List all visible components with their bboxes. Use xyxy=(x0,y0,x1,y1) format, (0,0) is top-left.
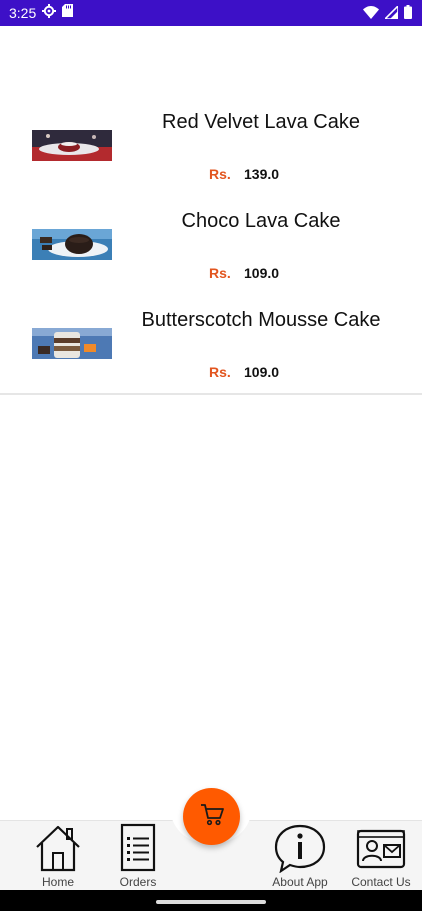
home-gesture-handle[interactable] xyxy=(156,900,266,904)
product-list: Red Velvet Lava Cake Rs. 139.0 Choco Lav… xyxy=(0,97,422,395)
cart-icon xyxy=(199,801,225,832)
nav-orders-label: Orders xyxy=(119,875,157,889)
price-row: Rs. 109.0 xyxy=(209,265,279,281)
price-currency: Rs. xyxy=(209,265,231,281)
contact-card-icon xyxy=(348,823,414,873)
product-name: Choco Lava Cake xyxy=(181,210,341,232)
price-row: Rs. 139.0 xyxy=(209,166,279,182)
price-value: 109.0 xyxy=(244,265,280,281)
product-item[interactable]: Red Velvet Lava Cake Rs. 139.0 xyxy=(0,97,422,196)
settings-gear-icon xyxy=(42,3,57,23)
cart-button[interactable] xyxy=(183,788,240,845)
price-currency: Rs. xyxy=(209,364,231,380)
battery-icon xyxy=(404,5,412,24)
nav-orders[interactable]: Orders xyxy=(110,823,166,889)
butterscotch-mousse-photo xyxy=(32,328,112,359)
product-name: Red Velvet Lava Cake xyxy=(162,111,360,133)
nav-home-label: Home xyxy=(41,875,74,889)
signal-icon xyxy=(383,3,399,24)
choco-lava-cake-photo xyxy=(32,229,112,260)
info-bubble-icon xyxy=(268,823,332,873)
status-time: 3:25 xyxy=(9,5,37,21)
price-row: Rs. 109.0 xyxy=(209,364,279,380)
nav-about-label: About App xyxy=(272,875,328,889)
sd-card-icon xyxy=(62,4,74,22)
price-value: 139.0 xyxy=(244,166,280,182)
status-bar: 3:25 xyxy=(0,0,422,26)
nav-contact-label: Contact Us xyxy=(351,875,411,889)
wifi-icon xyxy=(363,5,379,24)
red-velvet-cake-photo xyxy=(32,130,112,161)
product-item[interactable]: Butterscotch Mousse Cake Rs. 109.0 xyxy=(0,295,422,394)
system-navigation-bar xyxy=(0,890,422,911)
nav-contact[interactable]: Contact Us xyxy=(348,823,414,889)
orders-list-icon xyxy=(110,823,166,873)
nav-about[interactable]: About App xyxy=(268,823,332,889)
nav-home[interactable]: Home xyxy=(30,823,86,889)
product-name: Butterscotch Mousse Cake xyxy=(141,309,381,331)
product-item[interactable]: Choco Lava Cake Rs. 109.0 xyxy=(0,196,422,295)
status-indicators xyxy=(363,3,412,24)
price-value: 109.0 xyxy=(244,364,280,380)
price-currency: Rs. xyxy=(209,166,231,182)
home-icon xyxy=(30,823,86,873)
